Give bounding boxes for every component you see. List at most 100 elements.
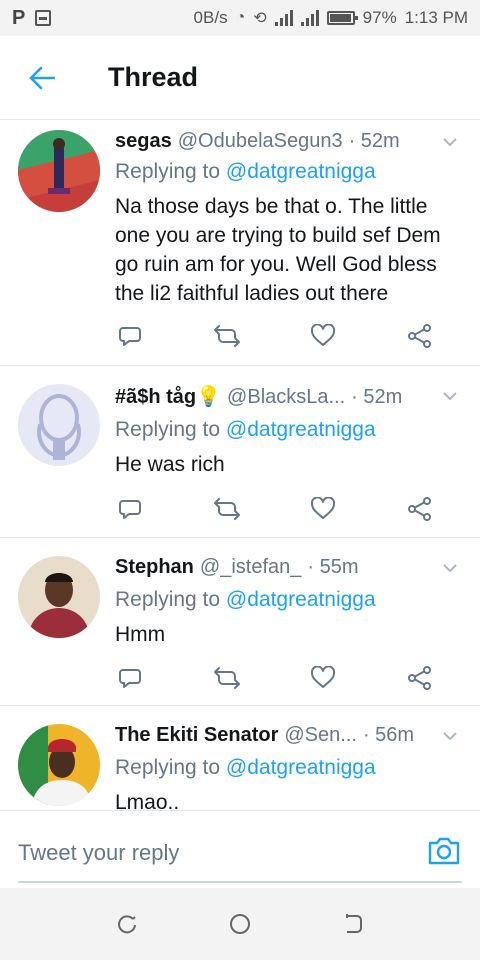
tweet-header: The Ekiti Senator @Sen... · 56m — [115, 724, 460, 747]
system-nav-bar — [0, 888, 480, 960]
retweet-button[interactable] — [207, 661, 247, 695]
share-icon — [407, 324, 431, 348]
replying-to: Replying to @datgreatnigga — [115, 418, 376, 442]
chevron-down-icon[interactable] — [442, 388, 458, 404]
reply-icon — [119, 327, 141, 346]
author-handle[interactable]: @BlacksLa... — [227, 386, 345, 409]
share-button[interactable] — [400, 661, 440, 695]
status-bar: P 0B/s ◔ ⟲ 97% 1:13 PM — [0, 0, 480, 36]
reply-button[interactable] — [110, 319, 150, 353]
reply-input[interactable] — [18, 837, 398, 869]
battery-percent: 97% — [362, 8, 397, 27]
reply-icon — [119, 500, 141, 519]
heart-icon — [311, 666, 336, 688]
tweet-time: · 56m — [362, 724, 415, 746]
app-notification-icon: P — [12, 6, 26, 29]
heart-icon — [311, 497, 336, 519]
camera-icon — [428, 837, 460, 865]
share-button[interactable] — [400, 492, 440, 526]
tweet-item[interactable]: segas @OdubelaSegun3 · 52m Replying to @… — [0, 120, 480, 366]
avatar[interactable] — [18, 556, 100, 638]
back-button[interactable] — [0, 36, 84, 120]
home-button[interactable] — [220, 904, 260, 944]
page-title: Thread — [108, 62, 199, 92]
reply-thread-list[interactable]: segas @OdubelaSegun3 · 52m Replying to @… — [0, 120, 480, 810]
tweet-actions — [110, 319, 440, 353]
tweet-time: · 55m — [307, 556, 359, 578]
tweet-header: #ã$h tåg💡 @BlacksLa... · 52m — [115, 384, 460, 409]
like-button[interactable] — [303, 661, 343, 695]
clock: 1:13 PM — [404, 8, 468, 27]
replying-to-label: Replying to — [115, 160, 221, 183]
replying-to-label: Replying to — [115, 588, 221, 611]
tweet-time: · 52m — [348, 130, 400, 152]
retweet-icon — [213, 667, 240, 689]
replying-to-label: Replying to — [115, 756, 221, 779]
camera-button[interactable] — [426, 833, 462, 869]
back-nav-icon — [346, 914, 363, 933]
network-speed: 0B/s — [193, 8, 228, 27]
home-circle-icon — [229, 914, 250, 934]
reply-composer — [0, 810, 480, 888]
tweet-item[interactable]: Stephan @_istefan_ · 55m Replying to @da… — [0, 538, 480, 706]
retweet-button[interactable] — [207, 319, 247, 353]
mention-link[interactable]: @datgreatnigga — [226, 588, 376, 611]
recent-apps-icon — [117, 915, 136, 934]
reply-button[interactable] — [110, 492, 150, 526]
tweet-time: · 52m — [351, 386, 403, 408]
chevron-down-icon[interactable] — [442, 134, 458, 150]
replying-to: Replying to @datgreatnigga — [115, 588, 376, 612]
mention-link[interactable]: @datgreatnigga — [226, 756, 376, 779]
author-name[interactable]: Stephan — [115, 556, 194, 579]
tweet-header: Stephan @_istefan_ · 55m — [115, 556, 460, 579]
retweet-button[interactable] — [207, 492, 247, 526]
author-name[interactable]: The Ekiti Senator — [115, 724, 278, 747]
heart-icon — [311, 324, 336, 346]
author-name[interactable]: segas — [115, 130, 172, 153]
avatar-image — [18, 130, 100, 212]
tweet-text: Lmao.. — [115, 791, 180, 810]
author-name[interactable]: #ã$h tåg💡 — [115, 384, 221, 409]
author-handle[interactable]: @_istefan_ — [200, 556, 301, 579]
like-button[interactable] — [303, 319, 343, 353]
author-handle[interactable]: @OdubelaSegun3 — [178, 130, 343, 153]
retweet-icon — [213, 498, 240, 520]
tweet-header: segas @OdubelaSegun3 · 52m — [115, 130, 460, 153]
recent-apps-button[interactable] — [107, 904, 147, 944]
back-nav-button[interactable] — [333, 904, 373, 944]
reply-button[interactable] — [110, 661, 150, 695]
screenshot-icon — [35, 10, 52, 26]
share-button[interactable] — [400, 319, 440, 353]
tweet-actions — [110, 661, 440, 695]
reply-icon — [119, 669, 141, 688]
tweet-text: He was rich — [115, 453, 225, 476]
retweet-icon — [213, 325, 240, 347]
app-header: Thread — [0, 36, 480, 120]
mention-link[interactable]: @datgreatnigga — [226, 418, 376, 441]
avatar[interactable] — [18, 724, 100, 806]
tweet-text: Hmm — [115, 623, 166, 646]
signal-strength-icon-2 — [300, 10, 319, 26]
replying-to: Replying to @datgreatnigga — [115, 160, 376, 184]
replying-to-label: Replying to — [115, 418, 221, 441]
like-button[interactable] — [303, 492, 343, 526]
input-underline — [18, 881, 462, 883]
tweet-text: Na those days be that o. The little one … — [115, 195, 441, 305]
tweet-actions — [110, 492, 440, 526]
chevron-down-icon[interactable] — [442, 728, 458, 744]
share-icon — [407, 497, 431, 521]
chevron-down-icon[interactable] — [442, 560, 458, 576]
rotation-lock-icon: ⟲ — [253, 10, 267, 27]
replying-to: Replying to @datgreatnigga — [115, 756, 376, 780]
avatar[interactable] — [18, 130, 100, 212]
arrow-left-icon — [29, 66, 55, 89]
tweet-item[interactable]: The Ekiti Senator @Sen... · 56m Replying… — [0, 706, 480, 810]
mention-link[interactable]: @datgreatnigga — [226, 160, 376, 183]
avatar[interactable] — [18, 384, 100, 466]
battery-icon — [326, 11, 358, 25]
avatar-image — [18, 556, 100, 638]
author-handle[interactable]: @Sen... — [284, 724, 357, 747]
avatar-image — [18, 724, 100, 806]
tweet-item[interactable]: #ã$h tåg💡 @BlacksLa... · 52m Replying to… — [0, 366, 480, 538]
signal-strength-icon — [274, 10, 293, 26]
